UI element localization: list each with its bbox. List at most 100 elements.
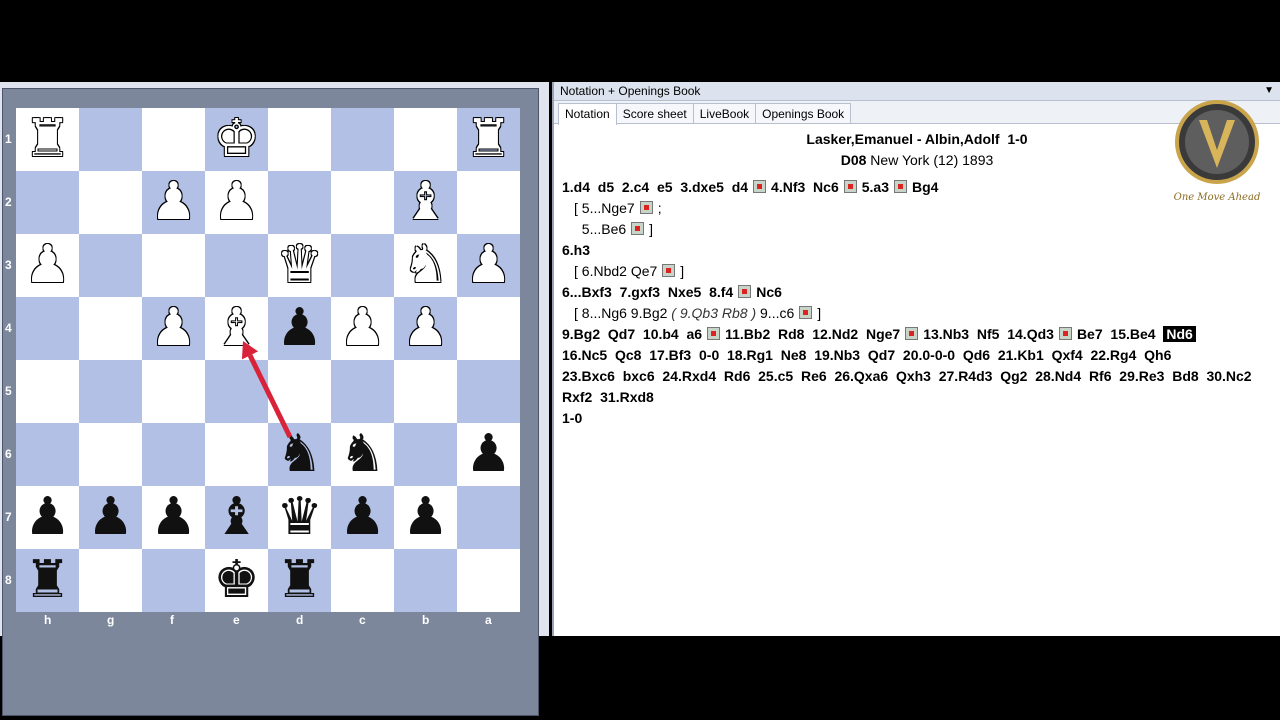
board-square-c1[interactable] <box>331 108 394 171</box>
piece-d3[interactable]: ♛ <box>268 234 331 297</box>
piece-c4[interactable]: ♟ <box>331 297 394 360</box>
chess-board[interactable]: ♜ ♚ ♜ ♟ ♟ ♝ ♟ ♛ ♞ ♟ ♟ ♝ ♟ ♟ ♟ ♞ ♞ ♟ ♟ ♟ ♟ ♝ ♛ ♟ ♟ ♜ ♚ ♜ <box>16 108 520 612</box>
variation-move[interactable]: [ 6.Nbd2 Qe7 <box>574 263 657 279</box>
move[interactable]: 30.Nc2 <box>1206 368 1251 384</box>
board-square-f6[interactable] <box>142 423 205 486</box>
move[interactable]: 22.Rg4 <box>1090 347 1136 363</box>
move[interactable]: Qd6 <box>963 347 990 363</box>
move[interactable]: 27.R4d3 <box>939 368 993 384</box>
piece-f7[interactable]: ♟ <box>142 486 205 549</box>
move[interactable]: 20.0-0-0 <box>903 347 955 363</box>
board-square-e5[interactable] <box>205 360 268 423</box>
variation-move[interactable]: [ 8...Ng6 9.Bg2 <box>574 305 667 321</box>
sub-variation[interactable]: ( 9.Qb3 Rb8 ) <box>671 305 756 321</box>
board-square-c8[interactable] <box>331 549 394 612</box>
move[interactable]: 16.Nc5 <box>562 347 607 363</box>
move[interactable]: Qd7 <box>868 347 895 363</box>
board-square-b8[interactable] <box>394 549 457 612</box>
move[interactable]: Nc6 <box>756 284 782 300</box>
piece-b2[interactable]: ♝ <box>394 171 457 234</box>
piece-g7[interactable]: ♟ <box>79 486 142 549</box>
tab-openings-book[interactable]: Openings Book <box>755 103 852 123</box>
board-square-h4[interactable] <box>16 297 79 360</box>
board-square-e3[interactable] <box>205 234 268 297</box>
move[interactable]: 6...Bxf3 <box>562 284 612 300</box>
board-square-b6[interactable] <box>394 423 457 486</box>
move[interactable]: 28.Nd4 <box>1035 368 1081 384</box>
move[interactable]: 2.c4 <box>622 179 649 195</box>
piece-e8[interactable]: ♚ <box>205 549 268 612</box>
move[interactable]: e5 <box>657 179 673 195</box>
move[interactable]: 18.Rg1 <box>727 347 773 363</box>
piece-a1[interactable]: ♜ <box>457 108 520 171</box>
board-square-c5[interactable] <box>331 360 394 423</box>
board-square-f3[interactable] <box>142 234 205 297</box>
move[interactable]: Bg4 <box>912 179 938 195</box>
board-square-h6[interactable] <box>16 423 79 486</box>
piece-b7[interactable]: ♟ <box>394 486 457 549</box>
board-square-g4[interactable] <box>79 297 142 360</box>
tab-notation[interactable]: Notation <box>558 103 617 125</box>
piece-f4[interactable]: ♟ <box>142 297 205 360</box>
variation-move[interactable]: 5...Be6 <box>582 221 626 237</box>
piece-h8[interactable]: ♜ <box>16 549 79 612</box>
board-square-b1[interactable] <box>394 108 457 171</box>
move[interactable]: Qc8 <box>615 347 641 363</box>
move[interactable]: 31.Rxd8 <box>600 389 654 405</box>
board-square-f1[interactable] <box>142 108 205 171</box>
move[interactable]: 23.Bxc6 <box>562 368 615 384</box>
move[interactable]: Nc6 <box>813 179 839 195</box>
move[interactable]: 9.Bg2 <box>562 326 600 342</box>
piece-c7[interactable]: ♟ <box>331 486 394 549</box>
variation-move[interactable]: 9...c6 <box>760 305 794 321</box>
move[interactable]: Nf5 <box>977 326 1000 342</box>
board-square-g5[interactable] <box>79 360 142 423</box>
move[interactable]: 29.Re3 <box>1119 368 1164 384</box>
move[interactable]: 24.Rxd4 <box>662 368 716 384</box>
board-square-c2[interactable] <box>331 171 394 234</box>
move[interactable]: a6 <box>687 326 703 342</box>
board-square-a4[interactable] <box>457 297 520 360</box>
move[interactable]: Rd8 <box>778 326 804 342</box>
move[interactable]: Rf6 <box>1089 368 1112 384</box>
move[interactable]: 4.Nf3 <box>771 179 805 195</box>
board-square-d2[interactable] <box>268 171 331 234</box>
piece-d7[interactable]: ♛ <box>268 486 331 549</box>
move[interactable]: Nd6 <box>1163 326 1196 342</box>
board-square-c3[interactable] <box>331 234 394 297</box>
board-square-h2[interactable] <box>16 171 79 234</box>
move[interactable]: 13.Nb3 <box>923 326 969 342</box>
tab-livebook[interactable]: LiveBook <box>692 103 757 123</box>
tab-score-sheet[interactable]: Score sheet <box>615 103 694 123</box>
piece-d6[interactable]: ♞ <box>268 423 331 486</box>
piece-a6[interactable]: ♟ <box>457 423 520 486</box>
move[interactable]: 14.Qd3 <box>1007 326 1054 342</box>
move[interactable]: Qg2 <box>1000 368 1027 384</box>
variation-move[interactable]: [ 5...Nge7 <box>574 200 635 216</box>
move[interactable]: 3.dxe5 <box>680 179 724 195</box>
move[interactable]: 10.b4 <box>643 326 679 342</box>
piece-b3[interactable]: ♞ <box>394 234 457 297</box>
move[interactable]: 19.Nb3 <box>814 347 860 363</box>
move[interactable]: 6.h3 <box>562 242 590 258</box>
piece-f2[interactable]: ♟ <box>142 171 205 234</box>
move[interactable]: 5.a3 <box>862 179 889 195</box>
move[interactable]: Ne8 <box>781 347 807 363</box>
board-square-f8[interactable] <box>142 549 205 612</box>
move[interactable]: Qh6 <box>1144 347 1171 363</box>
board-square-a5[interactable] <box>457 360 520 423</box>
piece-d4[interactable]: ♟ <box>268 297 331 360</box>
piece-b4[interactable]: ♟ <box>394 297 457 360</box>
piece-h1[interactable]: ♜ <box>16 108 79 171</box>
piece-h3[interactable]: ♟ <box>16 234 79 297</box>
move[interactable]: 0-0 <box>699 347 719 363</box>
board-square-g8[interactable] <box>79 549 142 612</box>
piece-d8[interactable]: ♜ <box>268 549 331 612</box>
move[interactable]: Nge7 <box>866 326 900 342</box>
move[interactable]: 25.c5 <box>758 368 793 384</box>
board-square-f5[interactable] <box>142 360 205 423</box>
piece-h7[interactable]: ♟ <box>16 486 79 549</box>
board-square-d1[interactable] <box>268 108 331 171</box>
move[interactable]: 17.Bf3 <box>649 347 691 363</box>
move[interactable]: d5 <box>598 179 614 195</box>
